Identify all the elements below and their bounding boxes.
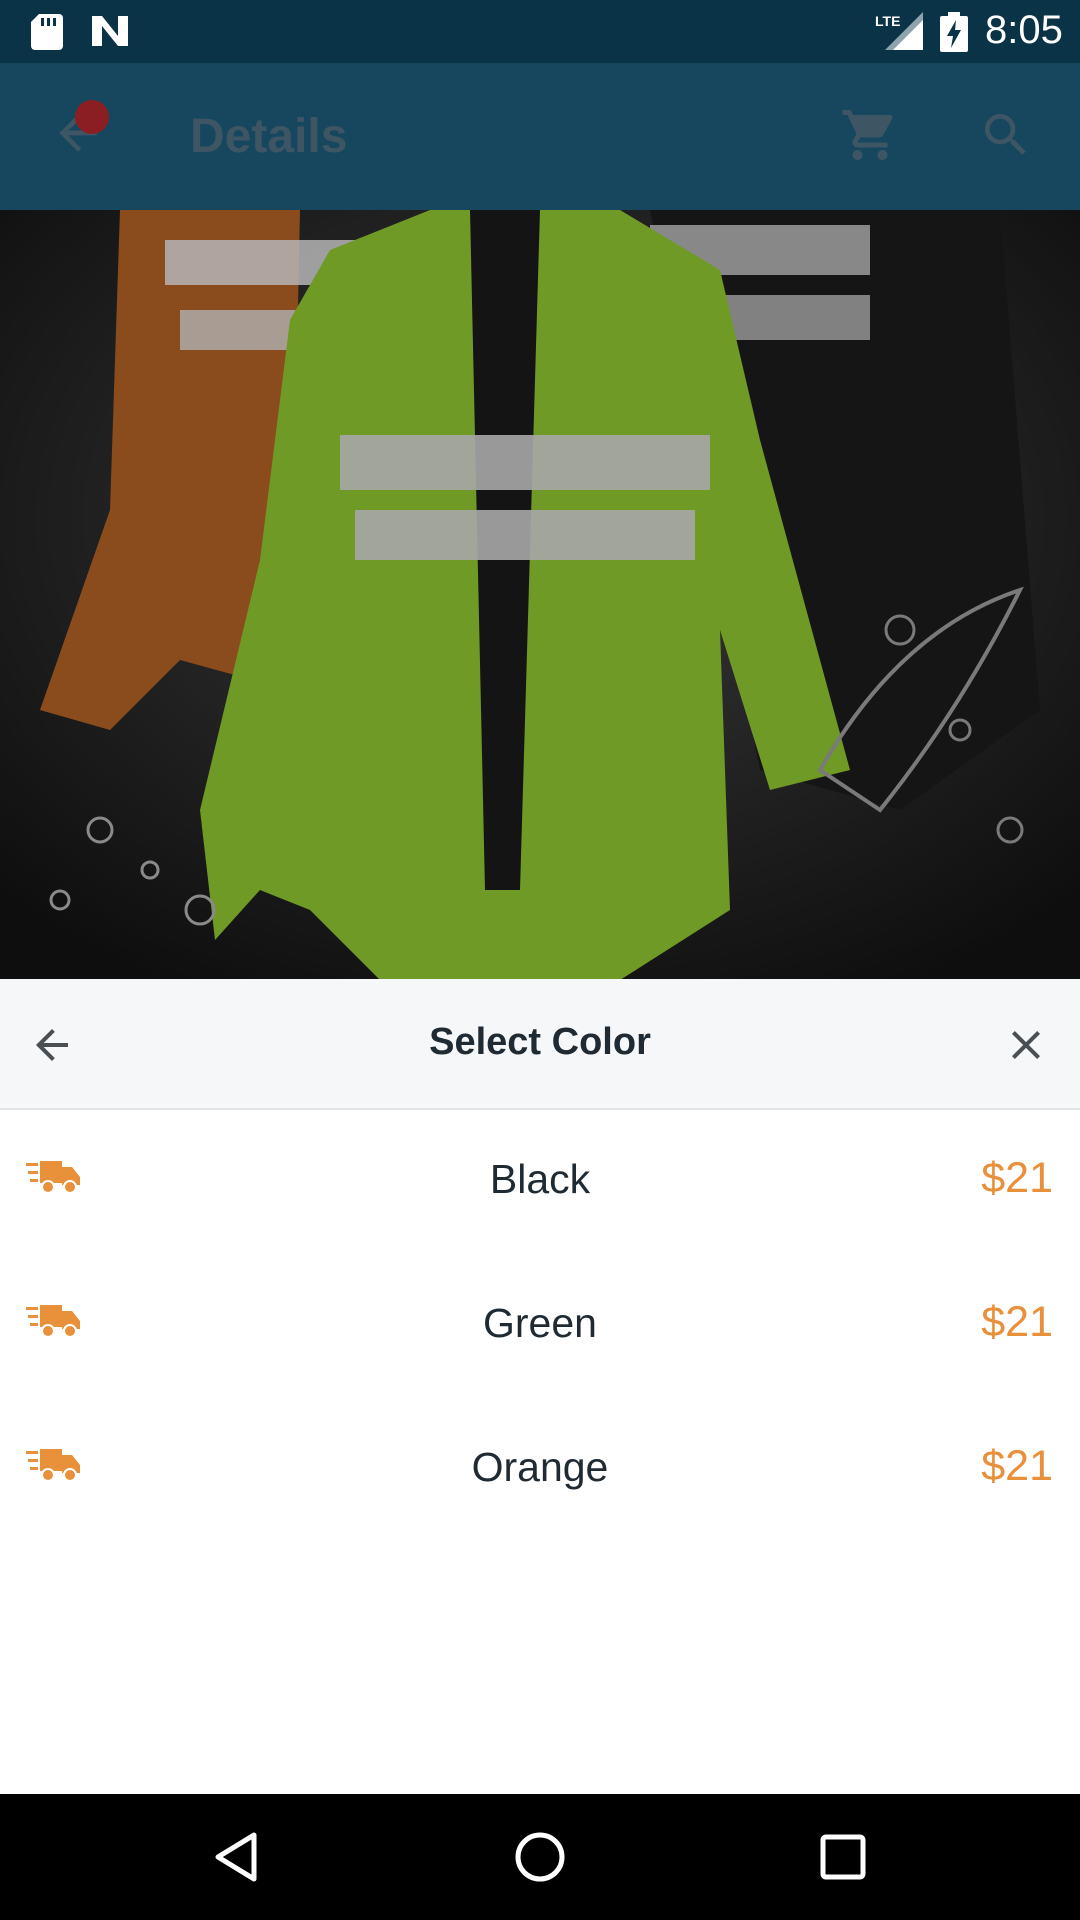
status-bar: LTE 8:05 — [0, 0, 1080, 63]
cart-icon[interactable] — [840, 105, 900, 165]
jacket-photo — [0, 210, 1080, 980]
status-clock: 8:05 — [985, 8, 1063, 52]
color-option-label: Orange — [471, 1444, 609, 1490]
battery-charging-icon — [940, 12, 968, 52]
color-option-orange[interactable]: Orange $21 — [0, 1398, 1080, 1542]
notification-badge — [75, 100, 109, 134]
sd-card-icon — [31, 14, 63, 50]
search-icon[interactable] — [978, 107, 1034, 163]
page-title: Details — [190, 110, 348, 163]
color-option-price: $21 — [981, 1442, 1053, 1490]
nav-back-icon[interactable] — [210, 1829, 266, 1885]
nav-recents-icon[interactable] — [815, 1829, 871, 1885]
sheet-header: Select Color — [0, 979, 1080, 1110]
app-bar: Details — [0, 63, 1080, 210]
select-color-sheet: Select Color Black $21 Green $21 Orange … — [0, 979, 1080, 1794]
color-option-label: Black — [489, 1156, 591, 1202]
sheet-title: Select Color — [429, 1021, 651, 1063]
system-nav-bar — [0, 1794, 1080, 1920]
n-notification-icon — [92, 16, 128, 46]
color-option-price: $21 — [981, 1154, 1053, 1202]
color-option-price: $21 — [981, 1298, 1053, 1346]
lte-signal-icon: LTE — [875, 12, 923, 50]
lte-label: LTE — [875, 13, 900, 29]
product-image — [0, 210, 1080, 980]
close-icon[interactable] — [1002, 1021, 1050, 1069]
color-option-label: Green — [483, 1300, 597, 1346]
color-option-green[interactable]: Green $21 — [0, 1254, 1080, 1398]
color-option-black[interactable]: Black $21 — [0, 1110, 1080, 1254]
nav-home-icon[interactable] — [512, 1829, 568, 1885]
